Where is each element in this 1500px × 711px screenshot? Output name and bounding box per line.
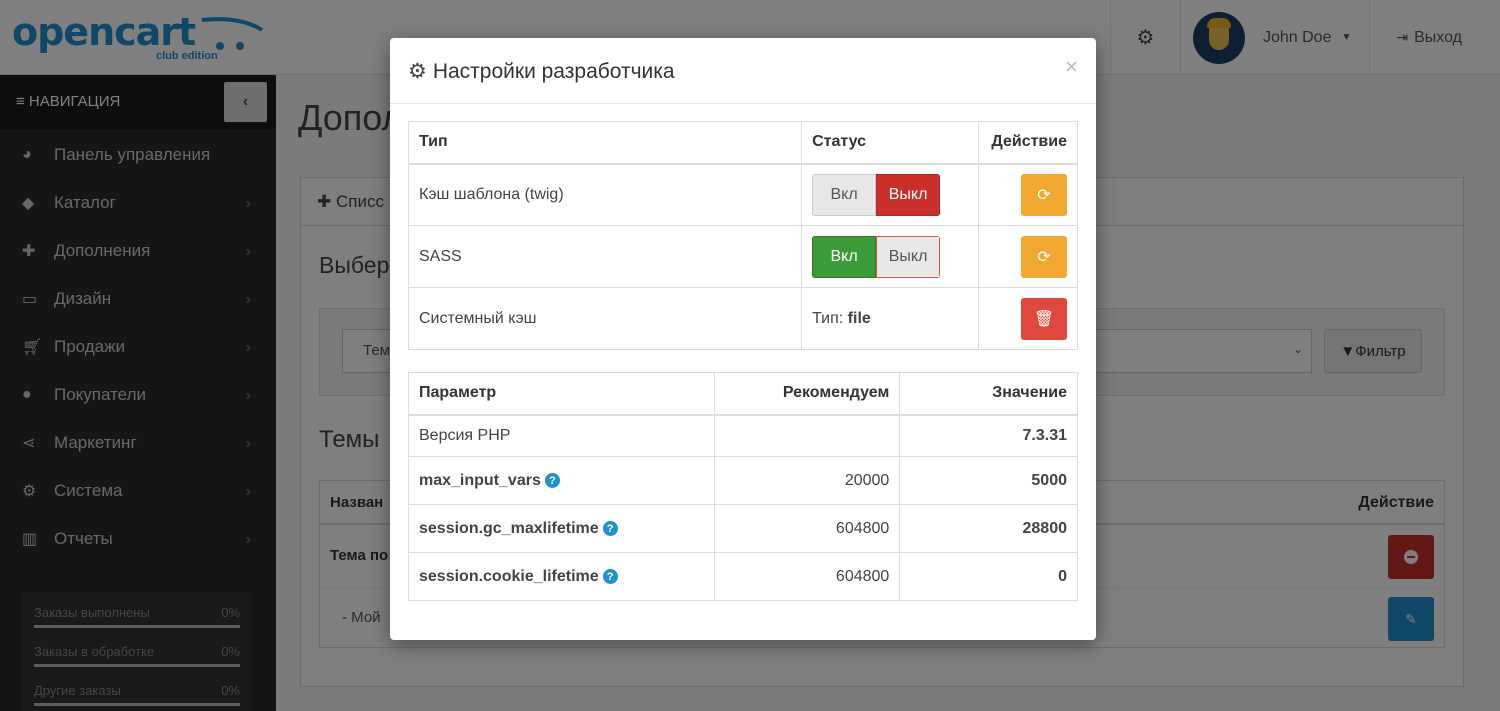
param-name: Версия PHP: [408, 414, 715, 457]
php-params-table: Параметр Рекомендуем Значение Версия PHP…: [408, 372, 1078, 601]
column-recommended: Рекомендуем: [713, 372, 901, 416]
table-row: SASS Вкл Выкл ⟳: [407, 225, 1078, 288]
help-icon[interactable]: ?: [602, 569, 618, 584]
toggle-off-option[interactable]: Выкл: [876, 173, 941, 216]
table-row: Версия PHP 7.3.31: [408, 414, 1078, 457]
param-recommended: 20000: [713, 456, 901, 505]
column-action: Действие: [978, 121, 1078, 165]
table-row: Системный кэш Тип: file 🗑︎: [407, 287, 1078, 350]
twig-cache-toggle[interactable]: Вкл Выкл: [812, 173, 941, 216]
param-value: 5000: [899, 456, 1078, 505]
param-value: 7.3.31: [899, 414, 1078, 457]
toggle-off-option[interactable]: Выкл: [876, 235, 941, 278]
cache-type-label: SASS: [407, 225, 803, 288]
column-status: Статус: [801, 121, 979, 165]
developer-settings-modal: ⚙ Настройки разработчика × Тип Статус Дей…: [390, 38, 1096, 640]
param-name: session.gc_maxlifetime?: [408, 504, 715, 553]
cache-table: Тип Статус Действие Кэш шаблона (twig) В…: [407, 121, 1078, 350]
toggle-on-option[interactable]: Вкл: [812, 173, 877, 216]
table-row: max_input_vars? 20000 5000: [408, 456, 1078, 505]
table-row: session.gc_maxlifetime? 604800 28800: [408, 504, 1078, 553]
param-value: 28800: [899, 504, 1078, 553]
toggle-on-option[interactable]: Вкл: [812, 235, 877, 278]
modal-header: ⚙ Настройки разработчика ×: [390, 38, 1096, 104]
refresh-sass-cache-button[interactable]: ⟳: [1021, 235, 1067, 278]
table-row: session.cookie_lifetime? 604800 0: [408, 552, 1078, 601]
param-recommended: 604800: [713, 504, 901, 553]
column-parameter: Параметр: [408, 372, 715, 416]
column-type: Тип: [407, 121, 803, 165]
param-recommended: [713, 414, 901, 457]
refresh-icon: ⟳: [1037, 186, 1051, 204]
gear-icon: ⚙: [408, 60, 427, 83]
help-icon[interactable]: ?: [602, 521, 618, 536]
cache-type-label: Системный кэш: [407, 287, 803, 350]
param-name: max_input_vars?: [408, 456, 715, 505]
help-icon[interactable]: ?: [544, 473, 560, 488]
sass-cache-toggle[interactable]: Вкл Выкл: [812, 235, 941, 278]
close-button[interactable]: ×: [1065, 54, 1078, 80]
clear-system-cache-button[interactable]: 🗑︎: [1021, 297, 1067, 340]
param-recommended: 604800: [713, 552, 901, 601]
param-value: 0: [899, 552, 1078, 601]
refresh-twig-cache-button[interactable]: ⟳: [1021, 173, 1067, 216]
refresh-icon: ⟳: [1037, 248, 1051, 266]
cache-type-label: Кэш шаблона (twig): [407, 163, 803, 226]
trash-icon: 🗑︎: [1033, 310, 1055, 328]
param-name: session.cookie_lifetime?: [408, 552, 715, 601]
cache-storage-type: Тип: file: [801, 287, 979, 350]
column-value: Значение: [899, 372, 1078, 416]
modal-title: ⚙ Настройки разработчика: [408, 60, 675, 83]
table-row: Кэш шаблона (twig) Вкл Выкл ⟳: [407, 163, 1078, 226]
